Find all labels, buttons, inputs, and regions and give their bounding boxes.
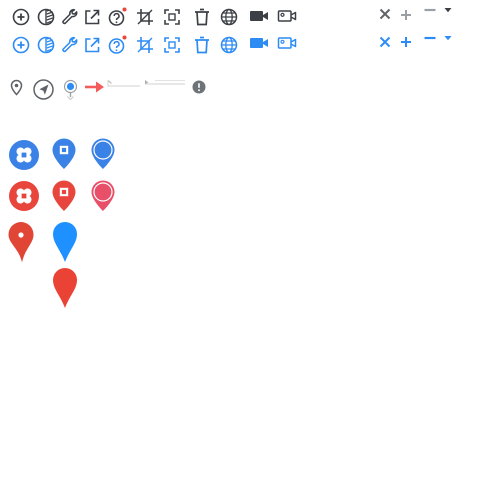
- crop-icon[interactable]: [136, 8, 154, 26]
- dropdown-caret-icon[interactable]: [444, 36, 452, 41]
- teardrop-marker-icon[interactable]: [8, 222, 34, 263]
- share-icon[interactable]: [85, 37, 100, 53]
- video-camera-icon[interactable]: [250, 11, 268, 21]
- wrench-icon[interactable]: [62, 8, 78, 25]
- sprite-sheet: [8, 6, 452, 308]
- wrench-icon[interactable]: [62, 36, 78, 53]
- window-controls-gray: [379, 8, 452, 21]
- alert-circle-icon[interactable]: [192, 80, 206, 94]
- square-pin-marker-icon[interactable]: [52, 138, 76, 170]
- clover-circle-marker-icon[interactable]: [9, 140, 39, 170]
- window-controls-blue: [379, 36, 452, 48]
- markers-teardrop: [8, 222, 77, 308]
- help-badge-icon[interactable]: [108, 6, 128, 26]
- red-arrow-icon[interactable]: [85, 81, 104, 93]
- teardrop-marker-icon[interactable]: [53, 268, 77, 308]
- trash-icon[interactable]: [194, 36, 210, 54]
- trash-icon[interactable]: [194, 8, 210, 26]
- toolbar-row-dark: [12, 6, 297, 26]
- toolbar-row-blue: [12, 34, 297, 54]
- navigate-icon[interactable]: [33, 79, 54, 100]
- plus-icon[interactable]: [400, 36, 412, 48]
- video-camera-icon[interactable]: [250, 38, 268, 48]
- teardrop-marker-icon[interactable]: [53, 222, 77, 262]
- share-icon[interactable]: [85, 9, 100, 25]
- globe-icon[interactable]: [220, 8, 238, 26]
- marker-tools-row: [10, 79, 206, 101]
- plus-icon[interactable]: [400, 9, 412, 21]
- dropdown-caret-icon[interactable]: [444, 8, 452, 13]
- crop-icon[interactable]: [136, 36, 154, 54]
- close-icon[interactable]: [379, 36, 391, 48]
- markers-red-row: [9, 179, 116, 212]
- clover-circle-marker-icon[interactable]: [9, 181, 39, 211]
- markers-blue-row: [9, 137, 116, 170]
- circle-pin-marker-icon[interactable]: [90, 179, 116, 212]
- globe-icon[interactable]: [220, 36, 238, 54]
- pin-drop-icon[interactable]: [63, 79, 78, 101]
- compare-icon[interactable]: [37, 8, 55, 26]
- camcorder-outline-icon[interactable]: [277, 37, 297, 49]
- line-segment-icon[interactable]: [107, 80, 140, 87]
- add-circle-icon[interactable]: [12, 36, 30, 54]
- map-pin-outline-icon[interactable]: [10, 79, 23, 96]
- camcorder-outline-icon[interactable]: [277, 10, 297, 22]
- square-pin-marker-icon[interactable]: [52, 180, 76, 212]
- add-circle-icon[interactable]: [12, 8, 30, 26]
- compare-icon[interactable]: [37, 36, 55, 54]
- fullscreen-icon[interactable]: [164, 37, 180, 53]
- circle-pin-marker-icon[interactable]: [90, 137, 116, 170]
- fullscreen-icon[interactable]: [164, 9, 180, 25]
- help-badge-icon[interactable]: [108, 34, 128, 54]
- line-arrow-icon[interactable]: [145, 80, 185, 85]
- close-icon[interactable]: [379, 8, 391, 20]
